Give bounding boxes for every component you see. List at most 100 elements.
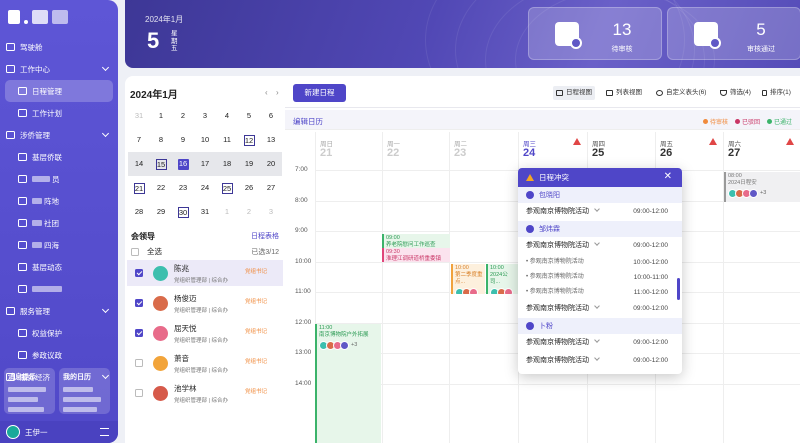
sidebar-item-0[interactable]: 驾驶舱	[0, 36, 118, 58]
calendar-day[interactable]: 8	[150, 135, 172, 146]
conflict-sub-event-row[interactable]: • 参观南京博物院活动 10:00-11:00	[518, 270, 682, 285]
conflict-sub-event-row[interactable]: • 参观南京博物院活动 11:00-12:00	[518, 285, 682, 300]
calendar-day[interactable]: 2	[238, 207, 260, 218]
calendar-day[interactable]: 9	[172, 135, 194, 146]
calendar-day[interactable]: 11	[216, 135, 238, 146]
filter-button[interactable]: 筛选(4)	[717, 86, 754, 100]
conflict-warning-icon[interactable]	[786, 138, 794, 145]
chevron-down-icon[interactable]	[594, 337, 600, 343]
calendar-day[interactable]: 25	[216, 182, 238, 194]
conflict-event-row[interactable]: 参观南京博物院活动 09:00-12:00	[518, 237, 682, 255]
next-month-arrow-icon[interactable]: ›	[276, 88, 279, 97]
sidebar-item-11[interactable]	[0, 278, 118, 300]
day-column-header[interactable]: 周日 21	[315, 132, 382, 164]
message-panel[interactable]: 消息提示	[4, 368, 55, 414]
sidebar-item-10[interactable]: 基层动态	[0, 256, 118, 278]
calendar-day[interactable]: 30	[172, 206, 194, 218]
chevron-down-icon[interactable]	[594, 355, 600, 361]
calendar-day[interactable]: 13	[260, 135, 282, 146]
calendar-day[interactable]: 3	[194, 111, 216, 122]
schedule-event[interactable]: 09:30 淮理江调研道桥重委镇	[382, 248, 450, 262]
custom-header-button[interactable]: 自定义表头(6)	[653, 86, 709, 100]
calendar-view-button[interactable]: 日程视图	[553, 86, 595, 100]
sidebar-item-7[interactable]: 阵地	[0, 190, 118, 212]
calendar-day[interactable]: 31	[194, 207, 216, 218]
leader-row[interactable]: 杨俊迈 党组织管理部 | 综合办 党组书记	[127, 290, 283, 316]
conflict-sub-event-row[interactable]: • 参观南京博物院活动 10:00-12:00	[518, 255, 682, 270]
day-column-header[interactable]: 周五 26	[655, 132, 723, 164]
calendar-day[interactable]: 4	[216, 111, 238, 122]
calendar-day[interactable]: 18	[216, 159, 238, 170]
calendar-day[interactable]: 28	[128, 207, 150, 218]
sidebar-item-5[interactable]: 基层侨联	[0, 146, 118, 168]
schedule-event[interactable]: 10:00 第二季度重点...	[451, 264, 485, 294]
close-icon[interactable]: ✕	[664, 171, 672, 182]
day-column-header[interactable]: 周四 25	[587, 132, 655, 164]
my-calendar-panel[interactable]: 我的日历	[59, 368, 110, 414]
chevron-down-icon[interactable]	[101, 129, 110, 138]
chevron-down-icon[interactable]	[594, 303, 600, 309]
edit-calendar-label[interactable]: 编辑日历	[293, 116, 323, 127]
sidebar-item-6[interactable]: 员	[0, 168, 118, 190]
day-column-header[interactable]: 周一 22	[382, 132, 449, 164]
sidebar-item-14[interactable]: 参政议政	[0, 344, 118, 366]
sidebar-item-3[interactable]: 工作计划	[0, 102, 118, 124]
conflict-warning-icon[interactable]	[709, 138, 717, 145]
chevron-down-icon[interactable]	[594, 206, 600, 212]
calendar-day[interactable]: 31	[128, 111, 150, 122]
leader-row[interactable]: 池学林 党组织管理部 | 综合办 党组书记	[127, 380, 283, 406]
conflict-event-row[interactable]: 参观南京博物院活动 09:00-12:00	[518, 300, 682, 318]
calendar-day[interactable]: 6	[260, 111, 282, 122]
conflict-warning-icon[interactable]	[573, 138, 581, 145]
sidebar-item-9[interactable]: 四海	[0, 234, 118, 256]
leader-row[interactable]: 萧音 党组织管理部 | 综合办 党组书记	[127, 350, 283, 376]
calendar-day[interactable]: 16	[172, 158, 194, 170]
conflict-event-row[interactable]: 参观南京博物院活动 09:00-12:00	[518, 334, 682, 352]
schedule-table-link[interactable]: 日程表格	[251, 231, 279, 241]
conflict-event-row[interactable]: 参观南京博物院活动 09:00-12:00	[518, 352, 682, 370]
leader-checkbox[interactable]	[135, 269, 143, 277]
calendar-day[interactable]: 22	[150, 183, 172, 194]
calendar-day[interactable]: 19	[238, 159, 260, 170]
calendar-day[interactable]: 3	[260, 207, 282, 218]
day-column-header[interactable]: 周二 23	[449, 132, 518, 164]
new-schedule-button[interactable]: 新建日程	[293, 84, 346, 102]
leader-row[interactable]: 陈兆 党组织管理部 | 综合办 党组书记	[127, 260, 283, 286]
select-all-checkbox[interactable]: 全选	[131, 246, 162, 257]
schedule-event[interactable]: 10:00 2024公司...	[486, 264, 518, 294]
leader-checkbox[interactable]	[135, 389, 143, 397]
settings-sliders-icon[interactable]	[100, 428, 109, 436]
calendar-day[interactable]: 1	[150, 111, 172, 122]
calendar-day[interactable]: 29	[150, 207, 172, 218]
leader-row[interactable]: 屈天悦 党组织管理部 | 综合办 党组书记	[127, 320, 283, 346]
sort-button[interactable]: 排序(1)	[759, 86, 794, 100]
popup-scrollbar[interactable]	[677, 278, 680, 300]
leader-checkbox[interactable]	[135, 329, 143, 337]
calendar-day[interactable]: 15	[150, 158, 172, 170]
sidebar-item-4[interactable]: 涉侨管理	[0, 124, 118, 146]
schedule-event[interactable]: 09:00 养老院慰问工作巡查	[382, 234, 450, 248]
leader-checkbox[interactable]	[135, 359, 143, 367]
day-column-header[interactable]: 周六 27	[723, 132, 800, 164]
leader-checkbox[interactable]	[135, 299, 143, 307]
sidebar-item-12[interactable]: 服务管理	[0, 300, 118, 322]
calendar-day[interactable]: 12	[238, 134, 260, 146]
pending-review-card[interactable]: 13 待审核	[528, 7, 662, 60]
user-bar[interactable]: 王伊一	[0, 421, 118, 443]
chevron-down-icon[interactable]	[101, 63, 110, 72]
calendar-day[interactable]: 14	[128, 159, 150, 170]
calendar-day[interactable]: 23	[172, 183, 194, 194]
chevron-down-icon[interactable]	[594, 240, 600, 246]
sidebar-item-2[interactable]: 日程管理	[5, 80, 113, 102]
schedule-event[interactable]: 08:00 2024日程安 +3	[724, 172, 800, 202]
list-view-button[interactable]: 列表视图	[603, 86, 645, 100]
schedule-event[interactable]: 11:00 南京博物院户外拓展 +3	[315, 324, 381, 443]
day-column-header[interactable]: 周三 24	[518, 132, 587, 164]
prev-month-arrow-icon[interactable]: ‹	[265, 88, 268, 97]
calendar-day[interactable]: 5	[238, 111, 260, 122]
calendar-day[interactable]: 17	[194, 159, 216, 170]
calendar-day[interactable]: 24	[194, 183, 216, 194]
calendar-day[interactable]: 27	[260, 183, 282, 194]
sidebar-item-1[interactable]: 工作中心	[0, 58, 118, 80]
sidebar-item-13[interactable]: 权益保护	[0, 322, 118, 344]
